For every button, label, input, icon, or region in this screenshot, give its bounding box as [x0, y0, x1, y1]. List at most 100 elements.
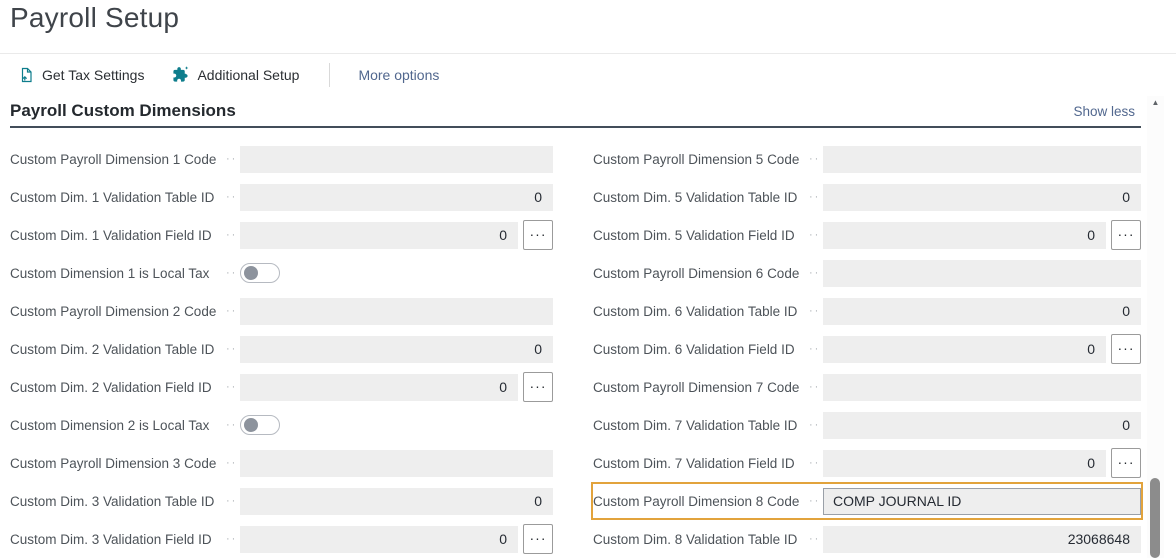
label-leader-dots: ·· — [809, 153, 821, 165]
custom-payroll-dimension-2-code-input[interactable] — [240, 297, 553, 325]
custom-payroll-dimension-1-code-input[interactable] — [240, 145, 553, 173]
field-label-custom-dim-5-validation-field-id: Custom Dim. 5 Validation Field ID — [593, 227, 795, 243]
custom-dim-5-validation-field-id-input[interactable]: 0 — [823, 221, 1106, 249]
payroll-setup-page: Payroll Setup Get Tax Settings Additiona… — [0, 0, 1176, 558]
custom-dim-5-validation-table-id-input[interactable]: 0 — [823, 183, 1141, 211]
toggle-knob — [244, 418, 258, 432]
scroll-up-arrow-icon[interactable]: ▲ — [1147, 98, 1164, 107]
assist-edit-button[interactable]: ··· — [1111, 334, 1141, 364]
label-leader-dots: ·· — [226, 457, 238, 469]
field-label-custom-payroll-dimension-6-code: Custom Payroll Dimension 6 Code — [593, 265, 800, 281]
form-row-custom-dim-3-validation-table-id: Custom Dim. 3 Validation Table ID ·· 0 — [10, 482, 553, 520]
assist-edit-button[interactable]: ··· — [523, 220, 553, 250]
section-title: Payroll Custom Dimensions — [10, 101, 236, 120]
form-row-custom-payroll-dimension-1-code: Custom Payroll Dimension 1 Code ·· — [10, 140, 553, 178]
form-row-custom-dim-5-validation-table-id: Custom Dim. 5 Validation Table ID ·· 0 — [593, 178, 1141, 216]
assist-edit-button[interactable]: ··· — [1111, 448, 1141, 478]
assist-edit-button[interactable]: ··· — [523, 372, 553, 402]
field-label-custom-payroll-dimension-1-code: Custom Payroll Dimension 1 Code — [10, 151, 217, 167]
label-leader-dots: ·· — [809, 457, 821, 469]
label-leader-dots: ·· — [226, 305, 238, 317]
field-value: 0 — [534, 341, 542, 357]
action-toolbar: Get Tax Settings Additional Setup More o… — [0, 53, 1176, 95]
field-value: 0 — [1087, 341, 1095, 357]
label-leader-dots: ·· — [809, 381, 821, 393]
field-label-custom-dimension-1-is-local-tax: Custom Dimension 1 is Local Tax — [10, 265, 210, 281]
custom-payroll-dimension-5-code-input[interactable] — [823, 145, 1141, 173]
custom-payroll-dimension-6-code-input[interactable] — [823, 259, 1141, 287]
show-less-button[interactable]: Show less — [1073, 104, 1141, 119]
custom-dim-8-validation-table-id-input[interactable]: 23068648 — [823, 525, 1141, 553]
label-leader-dots: ·· — [809, 419, 821, 431]
label-leader-dots: ·· — [809, 191, 821, 203]
additional-setup-button[interactable]: Additional Setup — [172, 66, 299, 83]
custom-dim-2-validation-field-id-input[interactable]: 0 — [240, 373, 518, 401]
form-row-custom-dim-1-validation-table-id: Custom Dim. 1 Validation Table ID ·· 0 — [10, 178, 553, 216]
custom-dim-3-validation-field-id-input[interactable]: 0 — [240, 525, 518, 553]
field-label-custom-payroll-dimension-7-code: Custom Payroll Dimension 7 Code — [593, 379, 800, 395]
scrollbar-thumb[interactable] — [1150, 478, 1160, 558]
additional-setup-label: Additional Setup — [197, 66, 300, 83]
field-label-custom-dim-2-validation-table-id: Custom Dim. 2 Validation Table ID — [10, 341, 215, 357]
form-row-custom-dim-1-validation-field-id: Custom Dim. 1 Validation Field ID ·· 0 ··· — [10, 216, 553, 254]
assist-edit-button[interactable]: ··· — [1111, 220, 1141, 250]
form-row-custom-dim-6-validation-table-id: Custom Dim. 6 Validation Table ID ·· 0 — [593, 292, 1141, 330]
label-leader-dots: ·· — [809, 495, 821, 507]
custom-dim-2-validation-table-id-input[interactable]: 0 — [240, 335, 553, 363]
form-row-custom-payroll-dimension-7-code: Custom Payroll Dimension 7 Code ·· — [593, 368, 1141, 406]
field-value: 0 — [1122, 189, 1130, 205]
label-leader-dots: ·· — [226, 381, 238, 393]
field-value: 0 — [499, 227, 507, 243]
custom-dim-1-validation-field-id-input[interactable]: 0 — [240, 221, 518, 249]
get-tax-settings-button[interactable]: Get Tax Settings — [18, 67, 144, 83]
more-options-button[interactable]: More options — [358, 67, 439, 83]
toolbar-separator — [329, 62, 331, 87]
field-label-custom-payroll-dimension-8-code: Custom Payroll Dimension 8 Code — [593, 493, 800, 509]
custom-dim-7-validation-field-id-input[interactable]: 0 — [823, 449, 1106, 477]
custom-payroll-dimension-7-code-input[interactable] — [823, 373, 1141, 401]
puzzle-icon — [172, 66, 189, 83]
field-label-custom-dim-1-validation-table-id: Custom Dim. 1 Validation Table ID — [10, 189, 215, 205]
field-label-custom-dim-3-validation-table-id: Custom Dim. 3 Validation Table ID — [10, 493, 215, 509]
field-label-custom-dim-7-validation-table-id: Custom Dim. 7 Validation Table ID — [593, 417, 798, 433]
custom-dim-7-validation-table-id-input[interactable]: 0 — [823, 411, 1141, 439]
label-leader-dots: ·· — [809, 343, 821, 355]
form-row-custom-payroll-dimension-8-code: Custom Payroll Dimension 8 Code ·· COMP JO… — [593, 484, 1141, 518]
custom-dim-1-validation-table-id-input[interactable]: 0 — [240, 183, 553, 211]
form-row-custom-dim-8-validation-table-id: Custom Dim. 8 Validation Table ID ·· 23068… — [593, 520, 1141, 558]
field-label-custom-dim-1-validation-field-id: Custom Dim. 1 Validation Field ID — [10, 227, 212, 243]
custom-dim-6-validation-field-id-input[interactable]: 0 — [823, 335, 1106, 363]
form-row-custom-payroll-dimension-2-code: Custom Payroll Dimension 2 Code ·· — [10, 292, 553, 330]
form-row-custom-dim-6-validation-field-id: Custom Dim. 6 Validation Field ID ·· 0 ··· — [593, 330, 1141, 368]
custom-dim-3-validation-table-id-input[interactable]: 0 — [240, 487, 553, 515]
field-label-custom-dim-6-validation-field-id: Custom Dim. 6 Validation Field ID — [593, 341, 795, 357]
form-row-custom-dim-3-validation-field-id: Custom Dim. 3 Validation Field ID ·· 0 ··· — [10, 520, 553, 558]
form-row-custom-payroll-dimension-3-code: Custom Payroll Dimension 3 Code ·· — [10, 444, 553, 482]
custom-payroll-dimension-8-code-input[interactable]: COMP JOURNAL ID — [823, 487, 1141, 515]
field-label-custom-dim-5-validation-table-id: Custom Dim. 5 Validation Table ID — [593, 189, 798, 205]
custom-dimension-1-is-local-tax-toggle[interactable] — [240, 263, 280, 283]
vertical-scrollbar[interactable]: ▲ — [1147, 96, 1164, 558]
form-row-custom-dimension-2-is-local-tax: Custom Dimension 2 is Local Tax ·· — [10, 406, 553, 444]
field-value: 0 — [1122, 303, 1130, 319]
export-document-icon — [18, 67, 34, 83]
label-leader-dots: ·· — [226, 533, 238, 545]
custom-payroll-dimension-3-code-input[interactable] — [240, 449, 553, 477]
section-header-payroll-custom-dimensions: Payroll Custom Dimensions Show less — [10, 96, 1141, 128]
field-value: 0 — [499, 379, 507, 395]
assist-edit-button[interactable]: ··· — [523, 524, 553, 554]
field-label-custom-payroll-dimension-3-code: Custom Payroll Dimension 3 Code — [10, 455, 217, 471]
form-row-custom-dim-5-validation-field-id: Custom Dim. 5 Validation Field ID ·· 0 ··· — [593, 216, 1141, 254]
label-leader-dots: ·· — [226, 191, 238, 203]
field-label-custom-dim-2-validation-field-id: Custom Dim. 2 Validation Field ID — [10, 379, 212, 395]
custom-dimension-2-is-local-tax-toggle[interactable] — [240, 415, 280, 435]
field-label-custom-payroll-dimension-5-code: Custom Payroll Dimension 5 Code — [593, 151, 800, 167]
label-leader-dots: ·· — [226, 419, 238, 431]
custom-dim-6-validation-table-id-input[interactable]: 0 — [823, 297, 1141, 325]
form-row-custom-payroll-dimension-5-code: Custom Payroll Dimension 5 Code ·· — [593, 140, 1141, 178]
field-value: 0 — [1087, 227, 1095, 243]
form-row-custom-dimension-1-is-local-tax: Custom Dimension 1 is Local Tax ·· — [10, 254, 553, 292]
label-leader-dots: ·· — [226, 343, 238, 355]
field-label-custom-dim-6-validation-table-id: Custom Dim. 6 Validation Table ID — [593, 303, 798, 319]
form-column-right: Custom Payroll Dimension 5 Code ·· Custom … — [593, 140, 1141, 558]
